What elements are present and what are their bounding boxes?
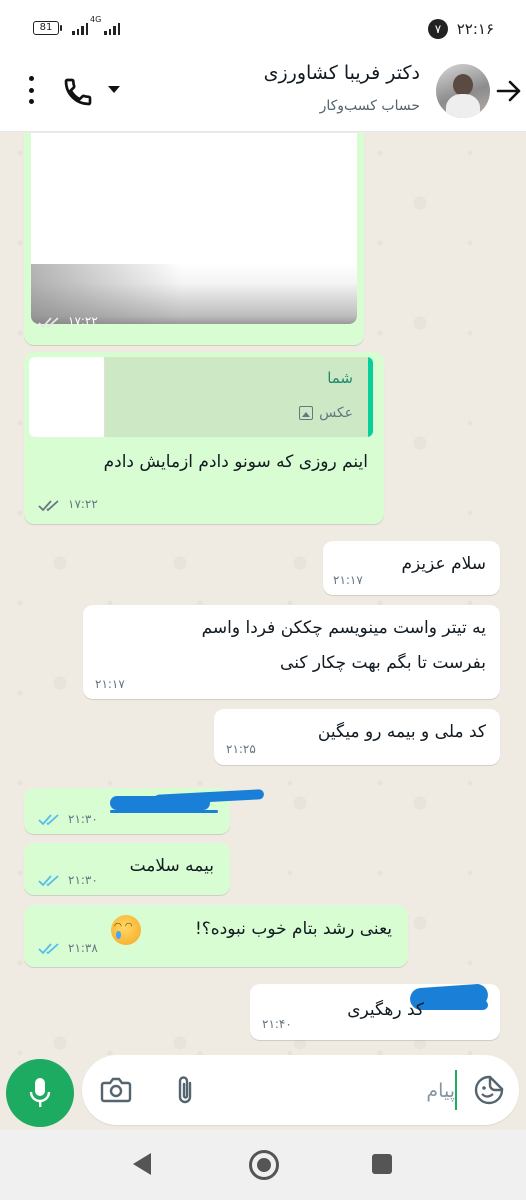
- message-input[interactable]: [215, 1073, 455, 1109]
- sticker-emoji-icon[interactable]: [473, 1074, 505, 1106]
- message-incoming[interactable]: کد رهگیری ۲۱:۴۰: [250, 983, 500, 1040]
- read-ticks-icon: [38, 500, 59, 512]
- attach-paperclip-icon[interactable]: [172, 1073, 198, 1107]
- message-text: یعنی رشد بتام خوب نبوده؟!: [194, 919, 392, 939]
- signal-icon: [72, 22, 88, 35]
- call-options-caret-icon[interactable]: [108, 86, 120, 93]
- message-text-line-1: یه تیتر واست مینویسم چککن فردا واسم: [201, 618, 486, 638]
- read-ticks-icon: [38, 943, 59, 955]
- message-reply[interactable]: شما عکس اینم روزی که سونو دادم ازمایش دا…: [24, 352, 384, 524]
- battery-level: 81: [39, 22, 53, 33]
- message-text: کد ملی و بیمه رو میگین: [317, 722, 486, 742]
- message-incoming[interactable]: سلام عزیزم ۲۱:۱۷: [323, 541, 500, 595]
- status-bar: 81 4G ۷ ۲۲:۱۶: [0, 0, 526, 56]
- composer: [0, 1055, 526, 1130]
- signal-icon-2: [104, 22, 120, 35]
- camera-icon[interactable]: [100, 1075, 132, 1105]
- system-navigation-bar: [0, 1130, 526, 1200]
- quoted-image-thumbnail: [29, 357, 105, 437]
- message-outgoing[interactable]: بیمه سلامت ۲۱:۳۰: [24, 843, 230, 895]
- battery-icon: 81: [33, 21, 62, 35]
- network-type: 4G: [90, 15, 102, 24]
- microphone-icon: [29, 1078, 51, 1107]
- message-time: ۲۱:۳۸: [68, 941, 98, 955]
- quoted-type: عکس: [299, 405, 353, 421]
- nav-back-icon[interactable]: [133, 1153, 151, 1175]
- message-incoming[interactable]: کد ملی و بیمه رو میگین ۲۱:۲۵: [214, 709, 500, 765]
- read-ticks-icon: [38, 317, 59, 329]
- message-text: سلام عزیزم: [401, 554, 486, 574]
- message-text: کد رهگیری: [347, 1000, 424, 1020]
- read-ticks-icon: [38, 814, 59, 826]
- voice-message-button[interactable]: [6, 1059, 74, 1127]
- message-time: ۲۱:۱۷: [95, 677, 125, 691]
- phone-call-icon[interactable]: [62, 76, 94, 108]
- message-time: ۲۱:۳۰: [68, 812, 98, 826]
- contact-subtitle: حساب کسب‌وکار: [319, 98, 420, 114]
- message-time: ۱۷:۲۲: [68, 497, 98, 511]
- message-text-line-2: بفرست تا بگم بهت چکار کنی: [280, 653, 486, 673]
- message-time: ۲۱:۳۰: [68, 873, 98, 887]
- message-text: اینم روزی که سونو دادم ازمایش دادم: [103, 452, 368, 472]
- chat-header: دکتر فریبا کشاورزی حساب کسب‌وکار: [0, 56, 526, 132]
- avatar[interactable]: [436, 64, 490, 118]
- contact-name[interactable]: دکتر فریبا کشاورزی: [264, 62, 420, 84]
- notification-badge: ۷: [428, 19, 448, 39]
- back-arrow-icon[interactable]: [496, 78, 522, 104]
- message-time: ۱۷:۲۲: [68, 314, 98, 328]
- nav-home-icon[interactable]: [249, 1150, 279, 1180]
- message-outgoing[interactable]: یعنی رشد بتام خوب نبوده؟! ۲۱:۳۸: [24, 905, 408, 967]
- message-time: ۲۱:۲۵: [226, 742, 256, 756]
- quoted-message[interactable]: شما عکس: [29, 357, 373, 437]
- message-input-container[interactable]: [82, 1055, 519, 1125]
- message-time: ۲۱:۱۷: [333, 573, 363, 587]
- crying-face-emoji-icon: [111, 915, 141, 945]
- nav-recents-icon[interactable]: [372, 1154, 392, 1174]
- clock: ۲۲:۱۶: [456, 20, 494, 38]
- chat-area[interactable]: ۱۷:۲۲ شما عکس اینم روزی که سونو دادم ازم…: [0, 133, 526, 1055]
- message-redacted[interactable]: ۲۱:۳۰: [24, 788, 265, 834]
- photo-attachment[interactable]: [31, 133, 357, 324]
- message-time: ۲۱:۴۰: [262, 1017, 292, 1031]
- quoted-sender: شما: [327, 369, 353, 387]
- text-cursor: [455, 1070, 457, 1110]
- more-options-icon[interactable]: [27, 76, 35, 104]
- message-image[interactable]: ۱۷:۲۲: [24, 133, 364, 345]
- image-icon: [299, 406, 314, 420]
- message-text: بیمه سلامت: [129, 856, 214, 876]
- message-incoming[interactable]: یه تیتر واست مینویسم چککن فردا واسم بفرس…: [83, 605, 500, 699]
- read-ticks-icon: [38, 875, 59, 887]
